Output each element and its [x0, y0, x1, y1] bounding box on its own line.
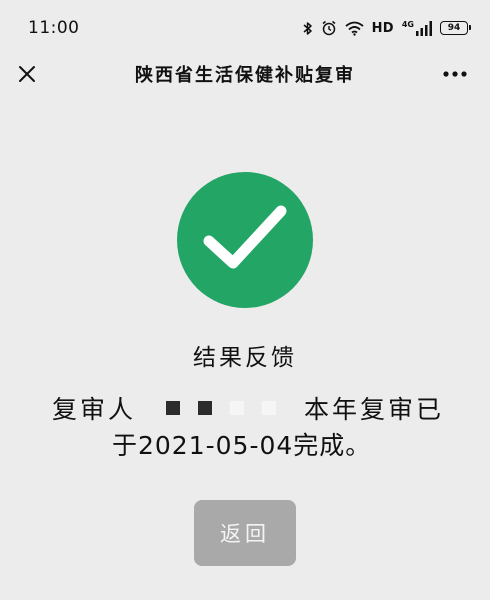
alarm-icon — [321, 20, 337, 36]
bluetooth-icon — [303, 21, 313, 36]
wifi-icon — [345, 21, 364, 36]
status-time: 11:00 — [28, 18, 80, 38]
more-icon[interactable] — [438, 59, 472, 89]
battery-icon: 94 — [440, 21, 471, 35]
close-icon[interactable] — [12, 59, 42, 89]
page-title: 陕西省生活保健补贴复审 — [135, 65, 355, 86]
signal-icon: 4G — [401, 19, 432, 36]
nav-bar: 陕西省生活保健补贴复审 — [0, 46, 490, 102]
back-button[interactable]: 返回 — [194, 500, 296, 566]
battery-level: 94 — [447, 22, 461, 33]
signal-label: 4G — [401, 19, 414, 29]
result-message-line1: 复审人 本年复审已 — [52, 390, 444, 426]
masked-name-block — [198, 401, 213, 415]
message-suffix: 本年复审已 — [304, 395, 445, 424]
status-icons: HD 4G 94 — [303, 19, 471, 36]
result-message-line2: 于2021-05-04完成。 — [112, 431, 372, 460]
checkmark-icon — [203, 203, 287, 277]
masked-name-block — [166, 401, 181, 415]
masked-name-block — [230, 401, 245, 415]
result-title: 结果反馈 — [193, 345, 297, 371]
message-prefix: 复审人 — [52, 395, 137, 424]
masked-name-block — [262, 401, 277, 415]
network-label: HD — [371, 20, 394, 36]
success-badge — [177, 172, 313, 308]
